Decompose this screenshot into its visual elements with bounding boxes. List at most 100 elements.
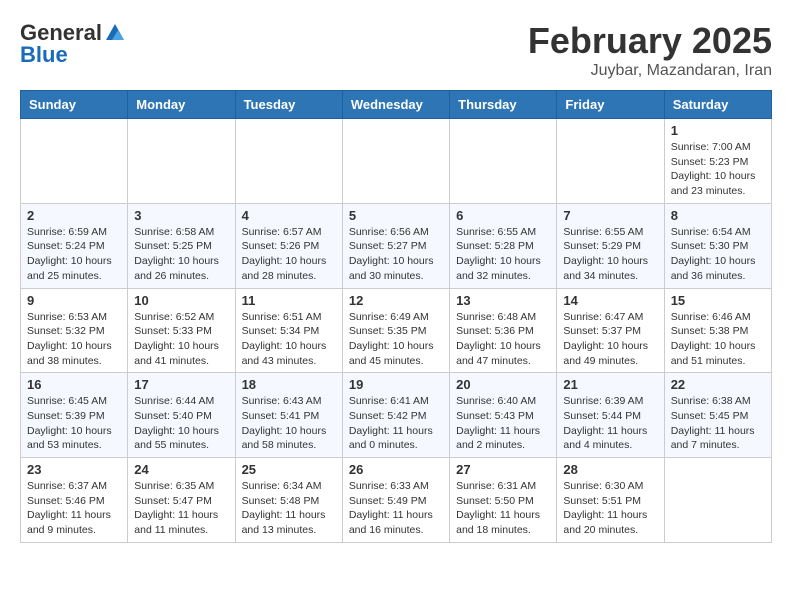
day-number: 24 bbox=[134, 462, 228, 477]
calendar-day-cell: 24 Sunrise: 6:35 AM Sunset: 5:47 PM Dayli… bbox=[128, 458, 235, 543]
day-number: 27 bbox=[456, 462, 550, 477]
calendar-day-cell: 23 Sunrise: 6:37 AM Sunset: 5:46 PM Dayli… bbox=[21, 458, 128, 543]
calendar-day-cell: 6 Sunrise: 6:55 AM Sunset: 5:28 PM Daylig… bbox=[450, 203, 557, 288]
weekday-header-sunday: Sunday bbox=[21, 91, 128, 119]
day-number: 14 bbox=[563, 293, 657, 308]
calendar-week-row: 23 Sunrise: 6:37 AM Sunset: 5:46 PM Dayli… bbox=[21, 458, 772, 543]
calendar-day-cell: 4 Sunrise: 6:57 AM Sunset: 5:26 PM Daylig… bbox=[235, 203, 342, 288]
calendar-day-cell: 10 Sunrise: 6:52 AM Sunset: 5:33 PM Dayli… bbox=[128, 288, 235, 373]
calendar-day-cell: 1Sunrise: 7:00 AM Sunset: 5:23 PM Daylig… bbox=[664, 119, 771, 204]
calendar-table: SundayMondayTuesdayWednesdayThursdayFrid… bbox=[20, 90, 772, 543]
calendar-week-row: 2 Sunrise: 6:59 AM Sunset: 5:24 PM Daylig… bbox=[21, 203, 772, 288]
calendar-day-cell: 7 Sunrise: 6:55 AM Sunset: 5:29 PM Daylig… bbox=[557, 203, 664, 288]
day-number: 18 bbox=[242, 377, 336, 392]
calendar-day-cell: 8Sunrise: 6:54 AM Sunset: 5:30 PM Daylig… bbox=[664, 203, 771, 288]
calendar-week-row: 1Sunrise: 7:00 AM Sunset: 5:23 PM Daylig… bbox=[21, 119, 772, 204]
day-info: Sunrise: 6:53 AM Sunset: 5:32 PM Dayligh… bbox=[27, 310, 121, 369]
day-info: Sunrise: 6:58 AM Sunset: 5:25 PM Dayligh… bbox=[134, 225, 228, 284]
calendar-day-cell bbox=[21, 119, 128, 204]
calendar-day-cell: 26 Sunrise: 6:33 AM Sunset: 5:49 PM Dayli… bbox=[342, 458, 449, 543]
day-number: 9 bbox=[27, 293, 121, 308]
weekday-header-saturday: Saturday bbox=[664, 91, 771, 119]
day-number: 2 bbox=[27, 208, 121, 223]
day-number: 15 bbox=[671, 293, 765, 308]
day-info: Sunrise: 6:38 AM Sunset: 5:45 PM Dayligh… bbox=[671, 394, 765, 453]
day-info: Sunrise: 6:55 AM Sunset: 5:29 PM Dayligh… bbox=[563, 225, 657, 284]
calendar-day-cell: 9 Sunrise: 6:53 AM Sunset: 5:32 PM Daylig… bbox=[21, 288, 128, 373]
calendar-day-cell: 16Sunrise: 6:45 AM Sunset: 5:39 PM Dayli… bbox=[21, 373, 128, 458]
day-info: Sunrise: 6:46 AM Sunset: 5:38 PM Dayligh… bbox=[671, 310, 765, 369]
calendar-day-cell: 13Sunrise: 6:48 AM Sunset: 5:36 PM Dayli… bbox=[450, 288, 557, 373]
day-number: 26 bbox=[349, 462, 443, 477]
calendar-day-cell: 15 Sunrise: 6:46 AM Sunset: 5:38 PM Dayli… bbox=[664, 288, 771, 373]
calendar-day-cell: 11Sunrise: 6:51 AM Sunset: 5:34 PM Dayli… bbox=[235, 288, 342, 373]
day-info: Sunrise: 6:33 AM Sunset: 5:49 PM Dayligh… bbox=[349, 479, 443, 538]
day-number: 19 bbox=[349, 377, 443, 392]
day-number: 1 bbox=[671, 123, 765, 138]
day-info: Sunrise: 6:47 AM Sunset: 5:37 PM Dayligh… bbox=[563, 310, 657, 369]
weekday-header-friday: Friday bbox=[557, 91, 664, 119]
calendar-day-cell: 14 Sunrise: 6:47 AM Sunset: 5:37 PM Dayli… bbox=[557, 288, 664, 373]
calendar-day-cell: 25 Sunrise: 6:34 AM Sunset: 5:48 PM Dayli… bbox=[235, 458, 342, 543]
day-info: Sunrise: 6:55 AM Sunset: 5:28 PM Dayligh… bbox=[456, 225, 550, 284]
calendar-day-cell: 3 Sunrise: 6:58 AM Sunset: 5:25 PM Daylig… bbox=[128, 203, 235, 288]
day-number: 22 bbox=[671, 377, 765, 392]
calendar-day-cell: 28 Sunrise: 6:30 AM Sunset: 5:51 PM Dayli… bbox=[557, 458, 664, 543]
day-info: Sunrise: 6:52 AM Sunset: 5:33 PM Dayligh… bbox=[134, 310, 228, 369]
calendar-day-cell: 20 Sunrise: 6:40 AM Sunset: 5:43 PM Dayli… bbox=[450, 373, 557, 458]
day-number: 7 bbox=[563, 208, 657, 223]
calendar-day-cell bbox=[128, 119, 235, 204]
calendar-day-cell bbox=[235, 119, 342, 204]
logo-icon bbox=[104, 22, 126, 44]
calendar-day-cell bbox=[557, 119, 664, 204]
day-info: Sunrise: 6:45 AM Sunset: 5:39 PM Dayligh… bbox=[27, 394, 121, 453]
day-number: 10 bbox=[134, 293, 228, 308]
calendar-day-cell bbox=[450, 119, 557, 204]
calendar-day-cell: 2 Sunrise: 6:59 AM Sunset: 5:24 PM Daylig… bbox=[21, 203, 128, 288]
day-number: 23 bbox=[27, 462, 121, 477]
calendar-day-cell bbox=[342, 119, 449, 204]
calendar-week-row: 9 Sunrise: 6:53 AM Sunset: 5:32 PM Daylig… bbox=[21, 288, 772, 373]
calendar-day-cell: 21Sunrise: 6:39 AM Sunset: 5:44 PM Dayli… bbox=[557, 373, 664, 458]
calendar-header-row: SundayMondayTuesdayWednesdayThursdayFrid… bbox=[21, 91, 772, 119]
day-info: Sunrise: 6:40 AM Sunset: 5:43 PM Dayligh… bbox=[456, 394, 550, 453]
calendar-day-cell: 22 Sunrise: 6:38 AM Sunset: 5:45 PM Dayli… bbox=[664, 373, 771, 458]
page-header: General Blue February 2025 Juybar, Mazan… bbox=[20, 20, 772, 80]
calendar-day-cell: 17 Sunrise: 6:44 AM Sunset: 5:40 PM Dayli… bbox=[128, 373, 235, 458]
day-info: Sunrise: 6:35 AM Sunset: 5:47 PM Dayligh… bbox=[134, 479, 228, 538]
day-number: 3 bbox=[134, 208, 228, 223]
weekday-header-monday: Monday bbox=[128, 91, 235, 119]
calendar-day-cell: 12Sunrise: 6:49 AM Sunset: 5:35 PM Dayli… bbox=[342, 288, 449, 373]
day-info: Sunrise: 6:44 AM Sunset: 5:40 PM Dayligh… bbox=[134, 394, 228, 453]
day-number: 20 bbox=[456, 377, 550, 392]
day-info: Sunrise: 6:57 AM Sunset: 5:26 PM Dayligh… bbox=[242, 225, 336, 284]
day-info: Sunrise: 6:30 AM Sunset: 5:51 PM Dayligh… bbox=[563, 479, 657, 538]
weekday-header-wednesday: Wednesday bbox=[342, 91, 449, 119]
day-info: Sunrise: 6:39 AM Sunset: 5:44 PM Dayligh… bbox=[563, 394, 657, 453]
calendar-day-cell: 27 Sunrise: 6:31 AM Sunset: 5:50 PM Dayli… bbox=[450, 458, 557, 543]
day-number: 17 bbox=[134, 377, 228, 392]
day-info: Sunrise: 6:37 AM Sunset: 5:46 PM Dayligh… bbox=[27, 479, 121, 538]
day-number: 6 bbox=[456, 208, 550, 223]
month-title: February 2025 bbox=[528, 20, 772, 62]
day-info: Sunrise: 6:59 AM Sunset: 5:24 PM Dayligh… bbox=[27, 225, 121, 284]
day-info: Sunrise: 6:54 AM Sunset: 5:30 PM Dayligh… bbox=[671, 225, 765, 284]
weekday-header-thursday: Thursday bbox=[450, 91, 557, 119]
day-info: Sunrise: 6:41 AM Sunset: 5:42 PM Dayligh… bbox=[349, 394, 443, 453]
day-number: 25 bbox=[242, 462, 336, 477]
weekday-header-tuesday: Tuesday bbox=[235, 91, 342, 119]
day-number: 4 bbox=[242, 208, 336, 223]
day-number: 5 bbox=[349, 208, 443, 223]
day-info: Sunrise: 6:31 AM Sunset: 5:50 PM Dayligh… bbox=[456, 479, 550, 538]
day-number: 11 bbox=[242, 293, 336, 308]
calendar-day-cell: 5 Sunrise: 6:56 AM Sunset: 5:27 PM Daylig… bbox=[342, 203, 449, 288]
day-info: Sunrise: 6:43 AM Sunset: 5:41 PM Dayligh… bbox=[242, 394, 336, 453]
day-info: Sunrise: 6:56 AM Sunset: 5:27 PM Dayligh… bbox=[349, 225, 443, 284]
location-title: Juybar, Mazandaran, Iran bbox=[528, 62, 772, 80]
logo-blue: Blue bbox=[20, 42, 68, 68]
logo: General Blue bbox=[20, 20, 126, 68]
day-number: 28 bbox=[563, 462, 657, 477]
calendar-day-cell: 19 Sunrise: 6:41 AM Sunset: 5:42 PM Dayli… bbox=[342, 373, 449, 458]
calendar-week-row: 16Sunrise: 6:45 AM Sunset: 5:39 PM Dayli… bbox=[21, 373, 772, 458]
day-info: Sunrise: 6:34 AM Sunset: 5:48 PM Dayligh… bbox=[242, 479, 336, 538]
